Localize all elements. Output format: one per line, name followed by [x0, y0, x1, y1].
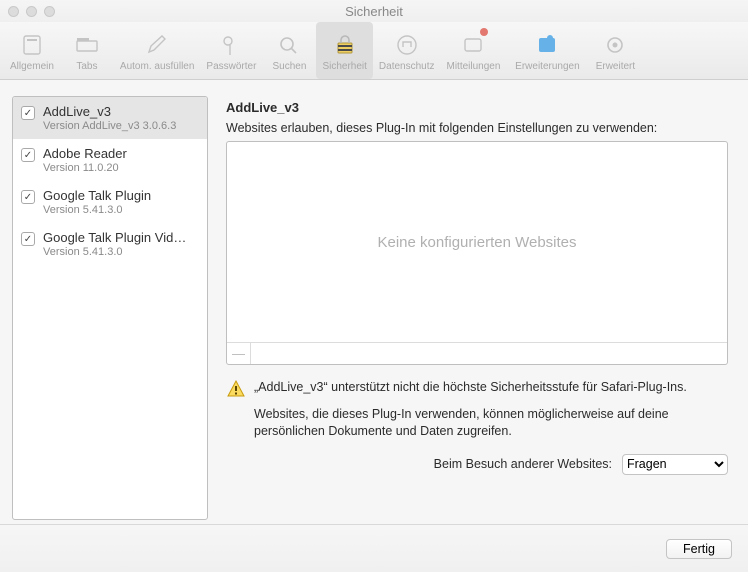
toolbar-erweiterungen[interactable]: Erweiterungen [506, 22, 588, 79]
toolbar-item-label: Passwörter [206, 61, 256, 72]
gear-icon [602, 30, 628, 60]
websites-list[interactable]: Keine konfigurierten Websites — [226, 141, 728, 365]
toolbar-item-label: Autom. ausfüllen [120, 61, 195, 72]
pencil-icon [144, 30, 170, 60]
plugin-row-addlive[interactable]: ✓ AddLive_v3 Version AddLive_v3 3.0.6.3 [13, 97, 207, 139]
toolbar-erweitert[interactable]: Erweitert [588, 22, 642, 79]
notifications-icon [460, 30, 486, 60]
window-title: Sicherheit [0, 4, 748, 19]
toolbar-item-label: Sicherheit [322, 61, 366, 72]
toolbar-item-label: Suchen [272, 61, 306, 72]
detail-title: AddLive_v3 [226, 100, 728, 115]
plugin-name: Google Talk Plugin [43, 188, 197, 203]
plugin-version: Version AddLive_v3 3.0.6.3 [43, 120, 197, 132]
detail-subtitle: Websites erlauben, dieses Plug-In mit fo… [226, 121, 728, 135]
toolbar-mitteilungen[interactable]: Mitteilungen [441, 22, 507, 79]
warning-text-2: Websites, die dieses Plug-In verwenden, … [254, 406, 728, 440]
websites-list-footer: — [227, 342, 727, 364]
key-icon [218, 30, 244, 60]
plugin-list[interactable]: ✓ AddLive_v3 Version AddLive_v3 3.0.6.3 … [12, 96, 208, 520]
plugin-checkbox[interactable]: ✓ [21, 148, 35, 162]
plugin-row-google-talk[interactable]: ✓ Google Talk Plugin Version 5.41.3.0 [13, 181, 207, 223]
plugin-name: Google Talk Plugin Vid… [43, 230, 197, 245]
toolbar-item-label: Erweiterungen [515, 61, 579, 72]
search-icon [276, 30, 302, 60]
tabs-icon [74, 30, 100, 60]
policy-select[interactable]: Fragen [622, 454, 728, 475]
plugin-name: Adobe Reader [43, 146, 197, 161]
warning-text-1: „AddLive_v3“ unterstützt nicht die höchs… [254, 379, 728, 396]
plugin-version: Version 5.41.3.0 [43, 204, 197, 216]
done-button[interactable]: Fertig [666, 539, 732, 559]
empty-state-text: Keine konfigurierten Websites [227, 142, 727, 342]
plugin-version: Version 5.41.3.0 [43, 246, 197, 258]
plugin-row-google-talk-video[interactable]: ✓ Google Talk Plugin Vid… Version 5.41.3… [13, 223, 207, 265]
toolbar-allgemein[interactable]: Allgemein [4, 22, 60, 79]
toolbar-tabs[interactable]: Tabs [60, 22, 114, 79]
toolbar-passwoerter[interactable]: Passwörter [200, 22, 262, 79]
plugin-row-adobe-reader[interactable]: ✓ Adobe Reader Version 11.0.20 [13, 139, 207, 181]
toolbar-autofill[interactable]: Autom. ausfüllen [114, 22, 201, 79]
puzzle-icon [534, 30, 560, 60]
plugin-version: Version 11.0.20 [43, 162, 197, 174]
plugin-detail: AddLive_v3 Websites erlauben, dieses Plu… [218, 96, 736, 520]
plugin-checkbox[interactable]: ✓ [21, 232, 35, 246]
toolbar-datenschutz[interactable]: Datenschutz [373, 22, 441, 79]
lock-icon [332, 30, 358, 60]
toolbar-item-label: Mitteilungen [447, 61, 501, 72]
general-icon [19, 30, 45, 60]
titlebar: Sicherheit [0, 0, 748, 22]
toolbar-item-label: Allgemein [10, 61, 54, 72]
bottom-bar: Fertig [0, 524, 748, 572]
remove-website-button[interactable]: — [227, 343, 251, 364]
plugin-checkbox[interactable]: ✓ [21, 190, 35, 204]
content-area: ✓ AddLive_v3 Version AddLive_v3 3.0.6.3 … [0, 80, 748, 520]
toolbar-item-label: Datenschutz [379, 61, 435, 72]
toolbar-suchen[interactable]: Suchen [262, 22, 316, 79]
policy-label: Beim Besuch anderer Websites: [434, 457, 612, 471]
warning-icon [226, 379, 246, 440]
plugin-checkbox[interactable]: ✓ [21, 106, 35, 120]
toolbar-sicherheit[interactable]: Sicherheit [316, 22, 372, 79]
plugin-name: AddLive_v3 [43, 104, 197, 119]
toolbar-item-label: Erweitert [596, 61, 635, 72]
security-warning: „AddLive_v3“ unterstützt nicht die höchs… [226, 379, 728, 440]
policy-row: Beim Besuch anderer Websites: Fragen [226, 454, 728, 475]
preferences-toolbar: Allgemein Tabs Autom. ausfüllen Passwört… [0, 22, 748, 80]
toolbar-item-label: Tabs [76, 61, 97, 72]
privacy-hand-icon [394, 30, 420, 60]
